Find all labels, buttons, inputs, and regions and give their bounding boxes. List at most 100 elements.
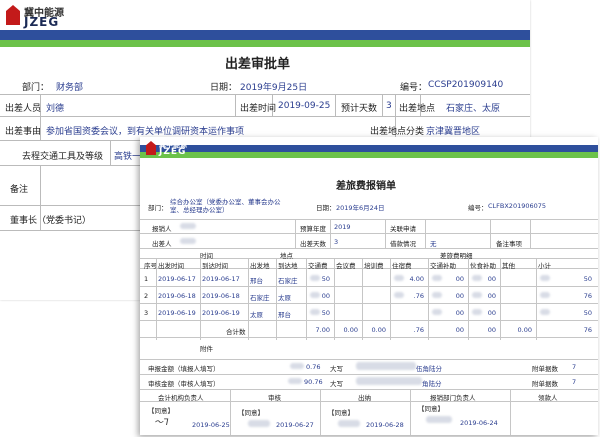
logo-en: JZEG (159, 147, 187, 157)
budget-year-value: 2019 (334, 223, 351, 231)
agree-4: 【同意】 (418, 405, 444, 413)
date-label: 日期： (316, 204, 336, 212)
category-label: 出差地点分类 (370, 127, 425, 137)
total-cell: 7.00 (315, 326, 330, 334)
audit-label: 审核金额（审核人填写） (148, 380, 220, 388)
days-value: 3 (386, 101, 392, 111)
attach-count: 7 (572, 363, 577, 371)
date-value: 2019年6月24日 (336, 204, 385, 212)
column-header: 到达时间 (202, 262, 228, 270)
sign-payee: 领款人 (538, 394, 558, 402)
table-cell: 2019-06-19 (158, 309, 196, 317)
reimb-title: 差旅费报销单 (336, 181, 396, 192)
column-header: 培训费 (364, 262, 384, 270)
table-cell: 太原 (278, 294, 291, 302)
dept-value: 综合办公室（党委办公室、董事会办公室、总经理办公室） (170, 198, 281, 214)
green-band (0, 40, 530, 47)
table-cell: 邢台 (278, 311, 291, 319)
total-cell: 0.00 (343, 326, 358, 334)
budget-year-label: 预算年度 (300, 225, 326, 233)
related-label: 关联申请 (390, 225, 416, 233)
claim-value: 0.76 (306, 363, 321, 371)
transport-label: 去程交通工具及等级 (22, 152, 104, 162)
logo-mark-icon (6, 5, 20, 25)
no-value: CCSP201909140 (428, 80, 504, 90)
agree-1: 【同意】 (148, 407, 174, 415)
total-cell: 0.00 (517, 326, 532, 334)
upper-label: 大写 (330, 365, 343, 373)
company-logo: 冀中能源 JZEG (146, 140, 210, 158)
table-cell: 邢台 (250, 277, 263, 285)
traveler-value: 刘德 (46, 104, 65, 114)
audit-upper: 角陆分 (422, 380, 442, 388)
place-value: 石家庄、太原 (446, 104, 501, 114)
table-cell: 2019-06-18 (202, 292, 240, 300)
date-value: 2019年9月25日 (240, 83, 308, 93)
logo-mark-icon (146, 141, 156, 155)
sign-date-1: 2019-06-25 (192, 421, 230, 429)
column-header: 出发地 (250, 262, 270, 270)
time-value: 2019-09-25 (278, 101, 331, 111)
reason-value: 参加省国资委会议，到有关单位调研资本运作事项 (46, 127, 245, 137)
signature-1: 〜ᒣ (154, 418, 169, 428)
upper-label-2: 大写 (330, 380, 343, 388)
column-header: 出发时间 (158, 262, 184, 270)
dept-label: 部门： (22, 83, 50, 93)
sign-date-2: 2019-06-27 (276, 421, 314, 429)
attach-count-label-2: 附单据数 (532, 380, 558, 388)
claim-label: 申报金额（填报人填写） (148, 365, 220, 373)
sign-audit: 审核 (268, 394, 281, 402)
logo-en: JZEG (24, 15, 60, 29)
sign-date-3: 2019-06-28 (366, 421, 404, 429)
table-cell: 2 (144, 292, 149, 300)
table-cell: 2019-06-17 (202, 275, 240, 283)
reason-label: 出差事由 (5, 127, 42, 137)
time-label: 出差时间 (240, 104, 277, 114)
days-label: 预计天数 (341, 104, 378, 114)
note-label: 备注事项 (496, 240, 522, 248)
watermark (430, 8, 580, 22)
chairman-label: 董事长（党委书记） (10, 216, 92, 226)
table-cell: 石家庄 (278, 277, 298, 285)
agree-2: 【同意】 (238, 409, 264, 417)
dept-label: 部门： (148, 204, 168, 212)
total-cell: 76 (583, 326, 592, 334)
agree-3: 【同意】 (328, 409, 354, 417)
attach-count-label: 附单据数 (532, 365, 558, 373)
blue-band (0, 30, 530, 40)
group-time: 时间 (200, 252, 213, 260)
table-cell: 太原 (250, 311, 263, 319)
reimburser-label: 报销人 (152, 225, 172, 233)
traveler-label: 出差人员 (5, 104, 42, 114)
total-cell: 00 (487, 326, 496, 334)
column-header: 小计 (538, 262, 551, 270)
loan-value: 无 (430, 240, 437, 248)
traveler-value-redacted (180, 238, 196, 244)
column-header: 住宿费 (392, 262, 412, 270)
company-logo: 冀中能源 JZEG (6, 3, 84, 29)
table-cell: 2019-06-19 (202, 309, 240, 317)
table-cell: 3 (144, 309, 149, 317)
sign-cashier: 出纳 (358, 394, 371, 402)
approval-title: 出差审批单 (225, 57, 291, 72)
column-header: 交通费 (308, 262, 328, 270)
total-cell: 0.00 (371, 326, 386, 334)
reimburser-value-redacted (180, 223, 196, 229)
table-cell: 2019-06-17 (158, 275, 196, 283)
dept-value: 财务部 (56, 83, 84, 93)
group-place: 地点 (280, 252, 293, 260)
total-cell: 00 (455, 326, 464, 334)
audit-value: 90.76 (304, 378, 323, 386)
table-cell: 1 (144, 275, 149, 283)
traveler-label: 出差人 (152, 240, 172, 248)
expense-reimbursement-form: 冀中能源 JZEG 差旅费报销单 部门： 综合办公室（党委办公室、董事会办公室、… (140, 137, 598, 435)
column-header: 伙食补助 (470, 262, 496, 270)
days-value: 3 (334, 238, 339, 246)
table-cell: 2019-06-18 (158, 292, 196, 300)
attach-count-2: 7 (572, 378, 577, 386)
remark-label: 备注 (10, 185, 29, 195)
total-label: 合计数 (226, 328, 246, 336)
place-label: 出差地点 (399, 104, 436, 114)
column-header: 其他 (502, 262, 515, 270)
sign-date-4: 2019-06-24 (460, 419, 498, 427)
